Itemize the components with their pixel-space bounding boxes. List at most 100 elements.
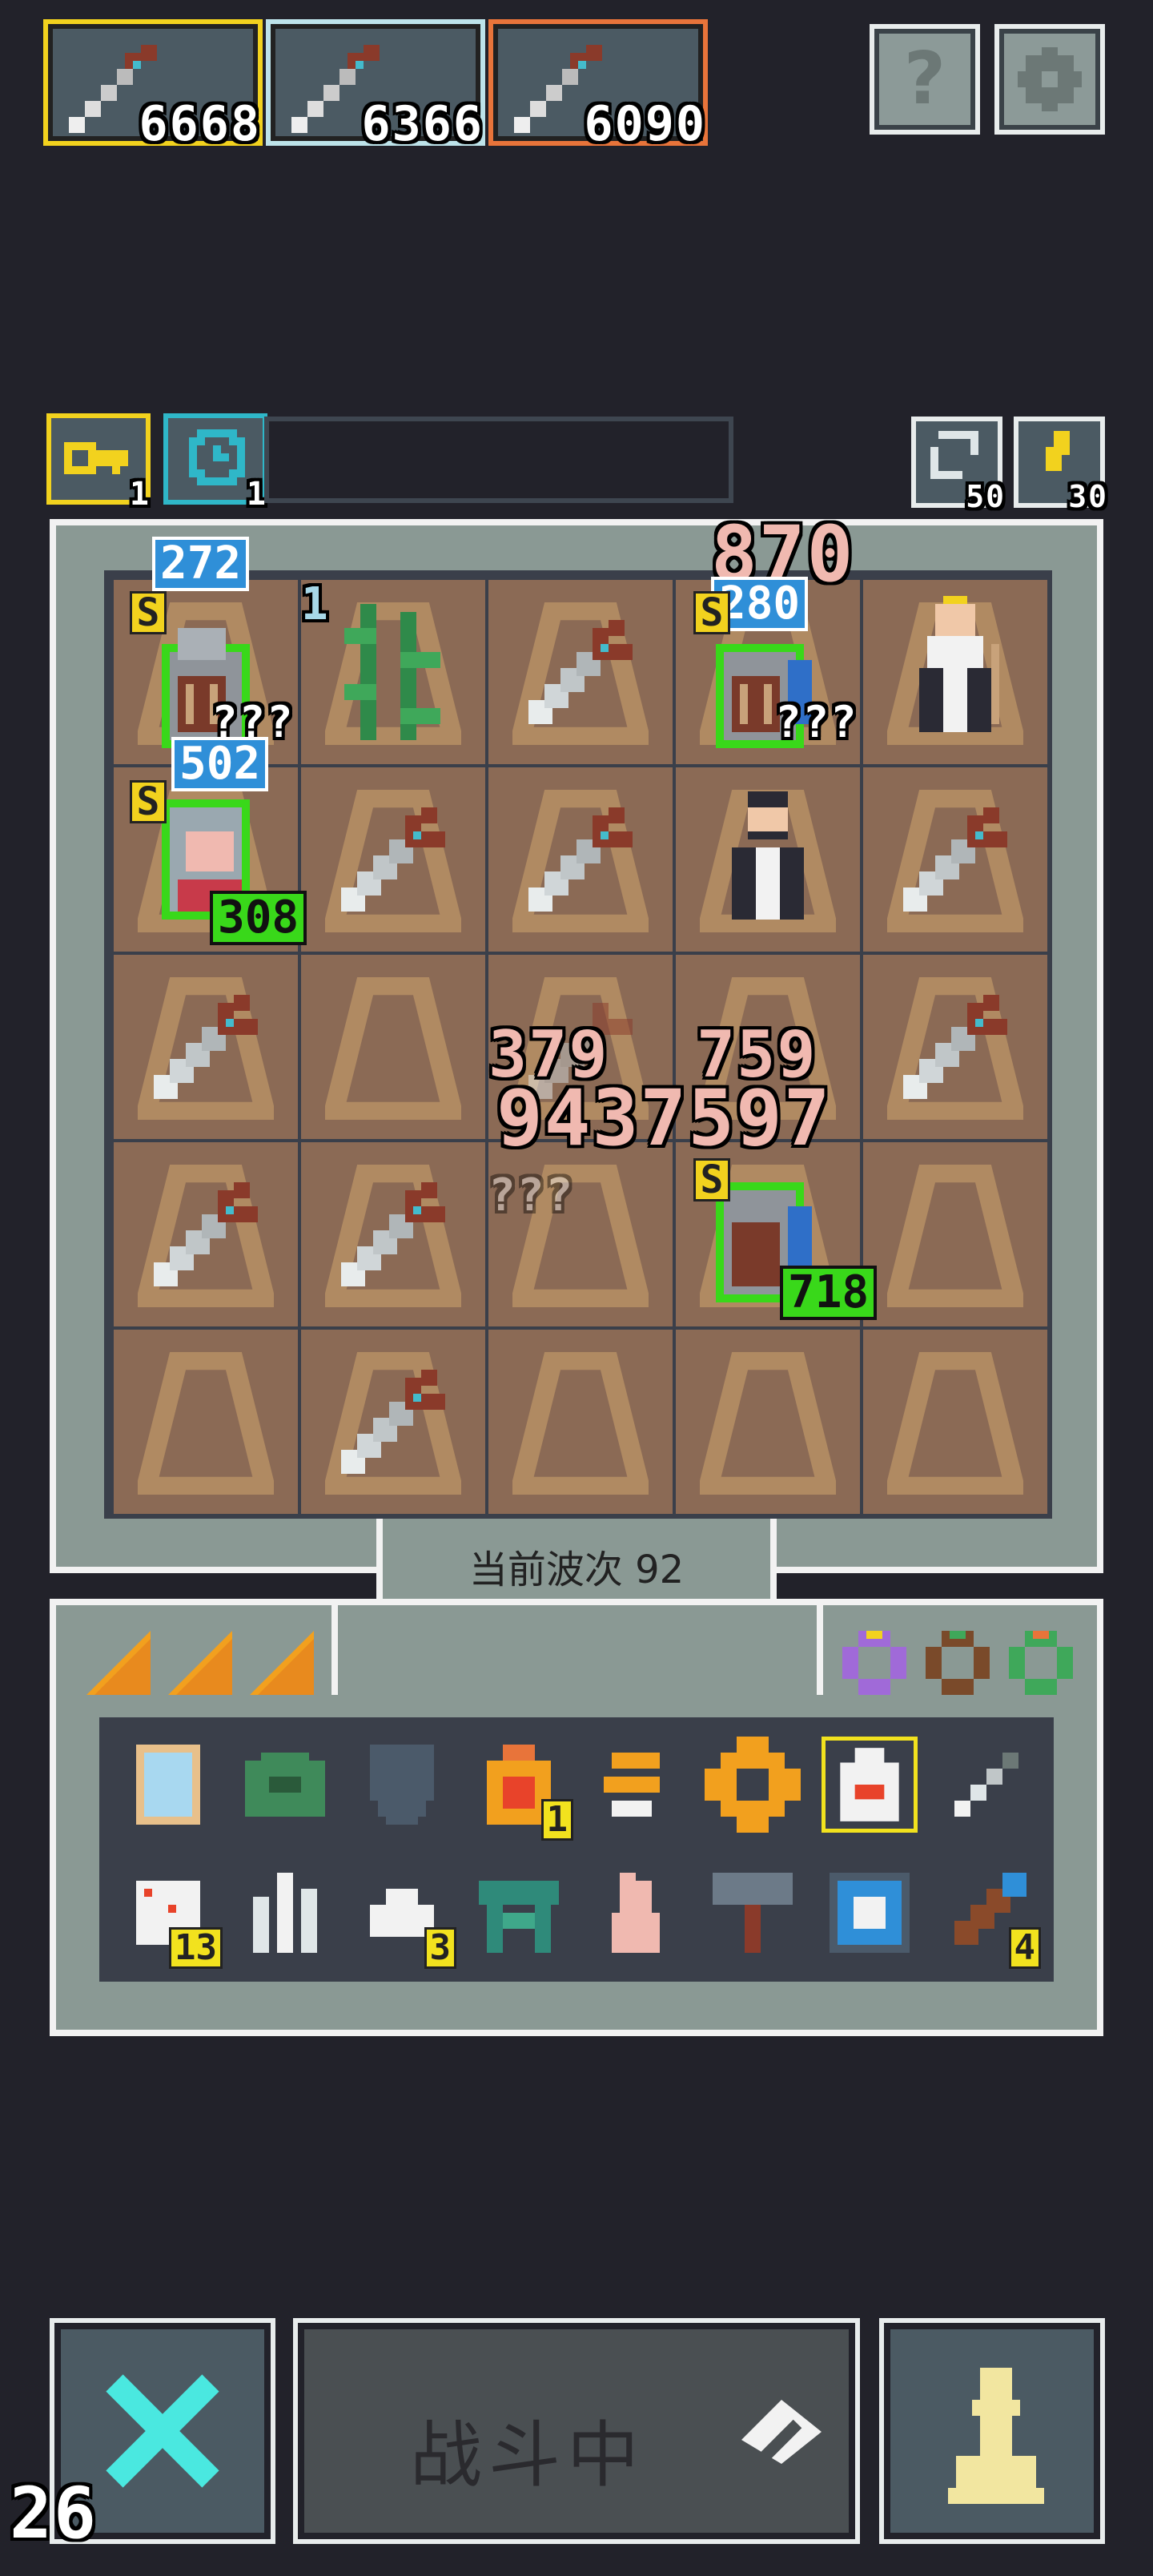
rank-s-badge: S <box>693 1158 730 1201</box>
green-turtle-shell-icon[interactable] <box>237 1737 333 1833</box>
unknown-value: ??? <box>488 1169 575 1222</box>
help-button[interactable]: ? <box>870 24 980 135</box>
weapon-card-3[interactable]: 6090 <box>488 19 708 152</box>
sword-icon <box>903 807 1007 912</box>
sword-icon <box>341 1370 445 1474</box>
empty-slot-icon <box>138 1352 274 1495</box>
key-slot[interactable]: 1 <box>46 413 151 513</box>
sword-icon <box>903 995 1007 1099</box>
item-count: 1 <box>540 1799 573 1841</box>
clock-icon <box>189 429 245 485</box>
board-cell[interactable] <box>863 1330 1047 1514</box>
sword-icon <box>154 995 258 1099</box>
hammer-icon[interactable] <box>705 1865 801 1961</box>
empty-slot-icon <box>887 1352 1023 1495</box>
cheese-wedge-icon <box>168 1631 232 1695</box>
question-mark-icon: ? <box>903 37 946 121</box>
unit-stat-badge: 502 <box>171 737 269 791</box>
purple-ring-icon <box>842 1631 906 1695</box>
board-cell[interactable] <box>301 767 485 952</box>
old-sage-unit-icon <box>919 596 999 732</box>
board-cell[interactable] <box>488 1330 673 1514</box>
gear-icon <box>1018 47 1082 111</box>
close-icon <box>106 2374 219 2488</box>
weapon-card-value: 6668 <box>139 96 261 152</box>
white-crystal-icon[interactable] <box>237 1865 333 1961</box>
board-cell[interactable] <box>863 580 1047 764</box>
unit-button[interactable] <box>879 2318 1105 2544</box>
wave-label: 当前波次 92 <box>468 1548 685 1592</box>
board-cell[interactable] <box>301 955 485 1139</box>
white-vase-icon[interactable] <box>822 1737 918 1833</box>
board-cell[interactable] <box>676 767 860 952</box>
green-ring-icon <box>1009 1631 1073 1695</box>
empty-slot-icon <box>700 1352 836 1495</box>
cloud-icon[interactable]: 3 <box>354 1865 456 1969</box>
board-cell[interactable] <box>301 1142 485 1326</box>
cheese-wedge-icon <box>86 1631 151 1695</box>
mirror-scroll-icon[interactable] <box>120 1737 216 1833</box>
fast-forward-icon <box>741 2400 822 2464</box>
rank-s-badge: S <box>693 591 730 634</box>
key-icon <box>64 442 128 474</box>
item-count: 4 <box>1008 1927 1041 1969</box>
vine-plant-icon <box>344 604 440 740</box>
sword-icon <box>341 1182 445 1286</box>
timer-slot[interactable]: 1 <box>163 413 267 513</box>
sword-icon <box>341 807 445 912</box>
dagger-icon[interactable] <box>938 1737 1034 1833</box>
refresh-slot[interactable]: 50 <box>911 417 1004 514</box>
unit-hp-badge: 718 <box>780 1266 878 1320</box>
lightning-count: 30 <box>1068 479 1108 514</box>
hand-gesture-icon[interactable] <box>588 1865 684 1961</box>
telescope-icon[interactable]: 4 <box>938 1865 1041 1969</box>
empty-slot-icon <box>325 977 461 1120</box>
claw-icon[interactable] <box>588 1737 684 1833</box>
board-cell[interactable] <box>114 1330 298 1514</box>
portrait-frame-icon[interactable] <box>822 1865 918 1961</box>
board-cell[interactable] <box>301 1330 485 1514</box>
fire-potion-icon[interactable]: 1 <box>471 1737 573 1841</box>
sword-icon <box>528 620 633 724</box>
rank-s-badge: S <box>130 780 167 823</box>
cheese-wedge-icon <box>250 1631 314 1695</box>
board-cell[interactable] <box>114 955 298 1139</box>
altar-icon[interactable] <box>471 1865 567 1961</box>
progress-bar <box>264 417 733 503</box>
weapon-card-2[interactable]: 6366 <box>266 19 485 152</box>
item-count: 13 <box>169 1927 223 1969</box>
refresh-icon <box>930 431 978 479</box>
shield-icon[interactable] <box>354 1737 450 1833</box>
board-cell[interactable] <box>863 1142 1047 1326</box>
board-cell[interactable] <box>863 767 1047 952</box>
lightning-icon <box>1046 431 1070 471</box>
board-cell[interactable] <box>114 1142 298 1326</box>
board-cell[interactable]: 1 <box>301 578 485 764</box>
rank-s-badge: S <box>130 591 167 634</box>
battle-label: 战斗中 <box>410 2413 645 2498</box>
monk-unit-icon <box>732 791 804 920</box>
sword-icon <box>154 1182 258 1286</box>
empty-slot-icon <box>512 1352 649 1495</box>
battle-button[interactable]: 战斗中 <box>293 2318 860 2544</box>
board-cell[interactable] <box>488 580 673 764</box>
gear-medal-icon[interactable] <box>705 1737 801 1833</box>
unknown-value: ??? <box>775 697 858 747</box>
settings-button[interactable] <box>994 24 1105 135</box>
dice-icon[interactable]: 13 <box>120 1865 223 1969</box>
timer-counter: 26 <box>10 2472 98 2554</box>
board-cell[interactable] <box>676 1330 860 1514</box>
item-count: 3 <box>424 1927 456 1969</box>
refresh-count: 50 <box>966 479 1006 514</box>
board-cell[interactable] <box>863 955 1047 1139</box>
unit-hp-badge: 308 <box>210 891 307 945</box>
brown-ring-icon <box>926 1631 990 1695</box>
weapon-card-value: 6366 <box>361 96 484 152</box>
plant-level: 1 <box>301 578 330 630</box>
weapon-card-1[interactable]: 6668 <box>43 19 263 152</box>
unit-stat-badge: 272 <box>152 537 250 591</box>
sword-icon <box>528 807 633 912</box>
floating-damage-critical: 9437597 <box>496 1073 832 1163</box>
lightning-slot[interactable]: 30 <box>1014 417 1107 514</box>
board-cell[interactable] <box>488 767 673 952</box>
